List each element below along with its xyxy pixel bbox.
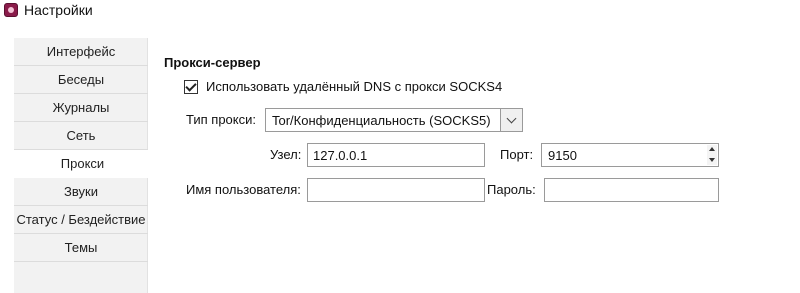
remote-dns-label[interactable]: Использовать удалённый DNS с прокси SOCK… xyxy=(206,79,502,94)
nav-item-interface[interactable]: Интерфейс xyxy=(14,38,148,66)
port-value: 9150 xyxy=(548,148,577,163)
password-label: Пароль: xyxy=(487,182,536,197)
spin-up-button[interactable] xyxy=(707,145,717,155)
window-title: Настройки xyxy=(24,2,93,18)
nav-item-conversations[interactable]: Беседы xyxy=(14,66,148,94)
arrow-down-icon xyxy=(709,158,715,162)
username-label: Имя пользователя: xyxy=(186,182,301,197)
host-field[interactable] xyxy=(307,143,485,167)
nav-item-sounds[interactable]: Звуки xyxy=(14,178,148,206)
nav-item-logs[interactable]: Журналы xyxy=(14,94,148,122)
host-label: Узел: xyxy=(270,147,302,162)
port-spinbox[interactable]: 9150 xyxy=(541,143,719,167)
remote-dns-checkbox[interactable] xyxy=(184,80,198,94)
password-field[interactable] xyxy=(544,178,719,202)
nav-item-status-idle[interactable]: Статус / Бездействие xyxy=(14,206,148,234)
proxy-settings-panel: Прокси-сервер Использовать удалённый DNS… xyxy=(148,38,800,293)
title-bar: Настройки xyxy=(0,0,800,22)
port-spin-buttons xyxy=(706,144,718,166)
section-title: Прокси-сервер xyxy=(164,55,261,70)
chevron-down-icon xyxy=(506,113,517,124)
nav-item-themes[interactable]: Темы xyxy=(14,234,148,262)
dropdown-button[interactable] xyxy=(500,109,522,131)
spin-down-button[interactable] xyxy=(707,155,717,165)
settings-body: Интерфейс Беседы Журналы Сеть Прокси Зву… xyxy=(0,28,800,293)
arrow-up-icon xyxy=(709,147,715,151)
port-label: Порт: xyxy=(500,147,534,162)
username-field[interactable] xyxy=(307,178,485,202)
nav-item-proxy[interactable]: Прокси xyxy=(14,150,151,178)
password-input[interactable] xyxy=(545,179,718,201)
proxy-type-select[interactable]: Tor/Конфиденциальность (SOCKS5) xyxy=(265,108,523,132)
settings-nav: Интерфейс Беседы Журналы Сеть Прокси Зву… xyxy=(14,38,151,293)
app-icon xyxy=(4,3,18,17)
proxy-type-label: Тип прокси: xyxy=(186,112,256,127)
host-input[interactable] xyxy=(308,144,484,166)
username-input[interactable] xyxy=(308,179,484,201)
proxy-type-value: Tor/Конфиденциальность (SOCKS5) xyxy=(272,113,491,128)
nav-item-network[interactable]: Сеть xyxy=(14,122,148,150)
